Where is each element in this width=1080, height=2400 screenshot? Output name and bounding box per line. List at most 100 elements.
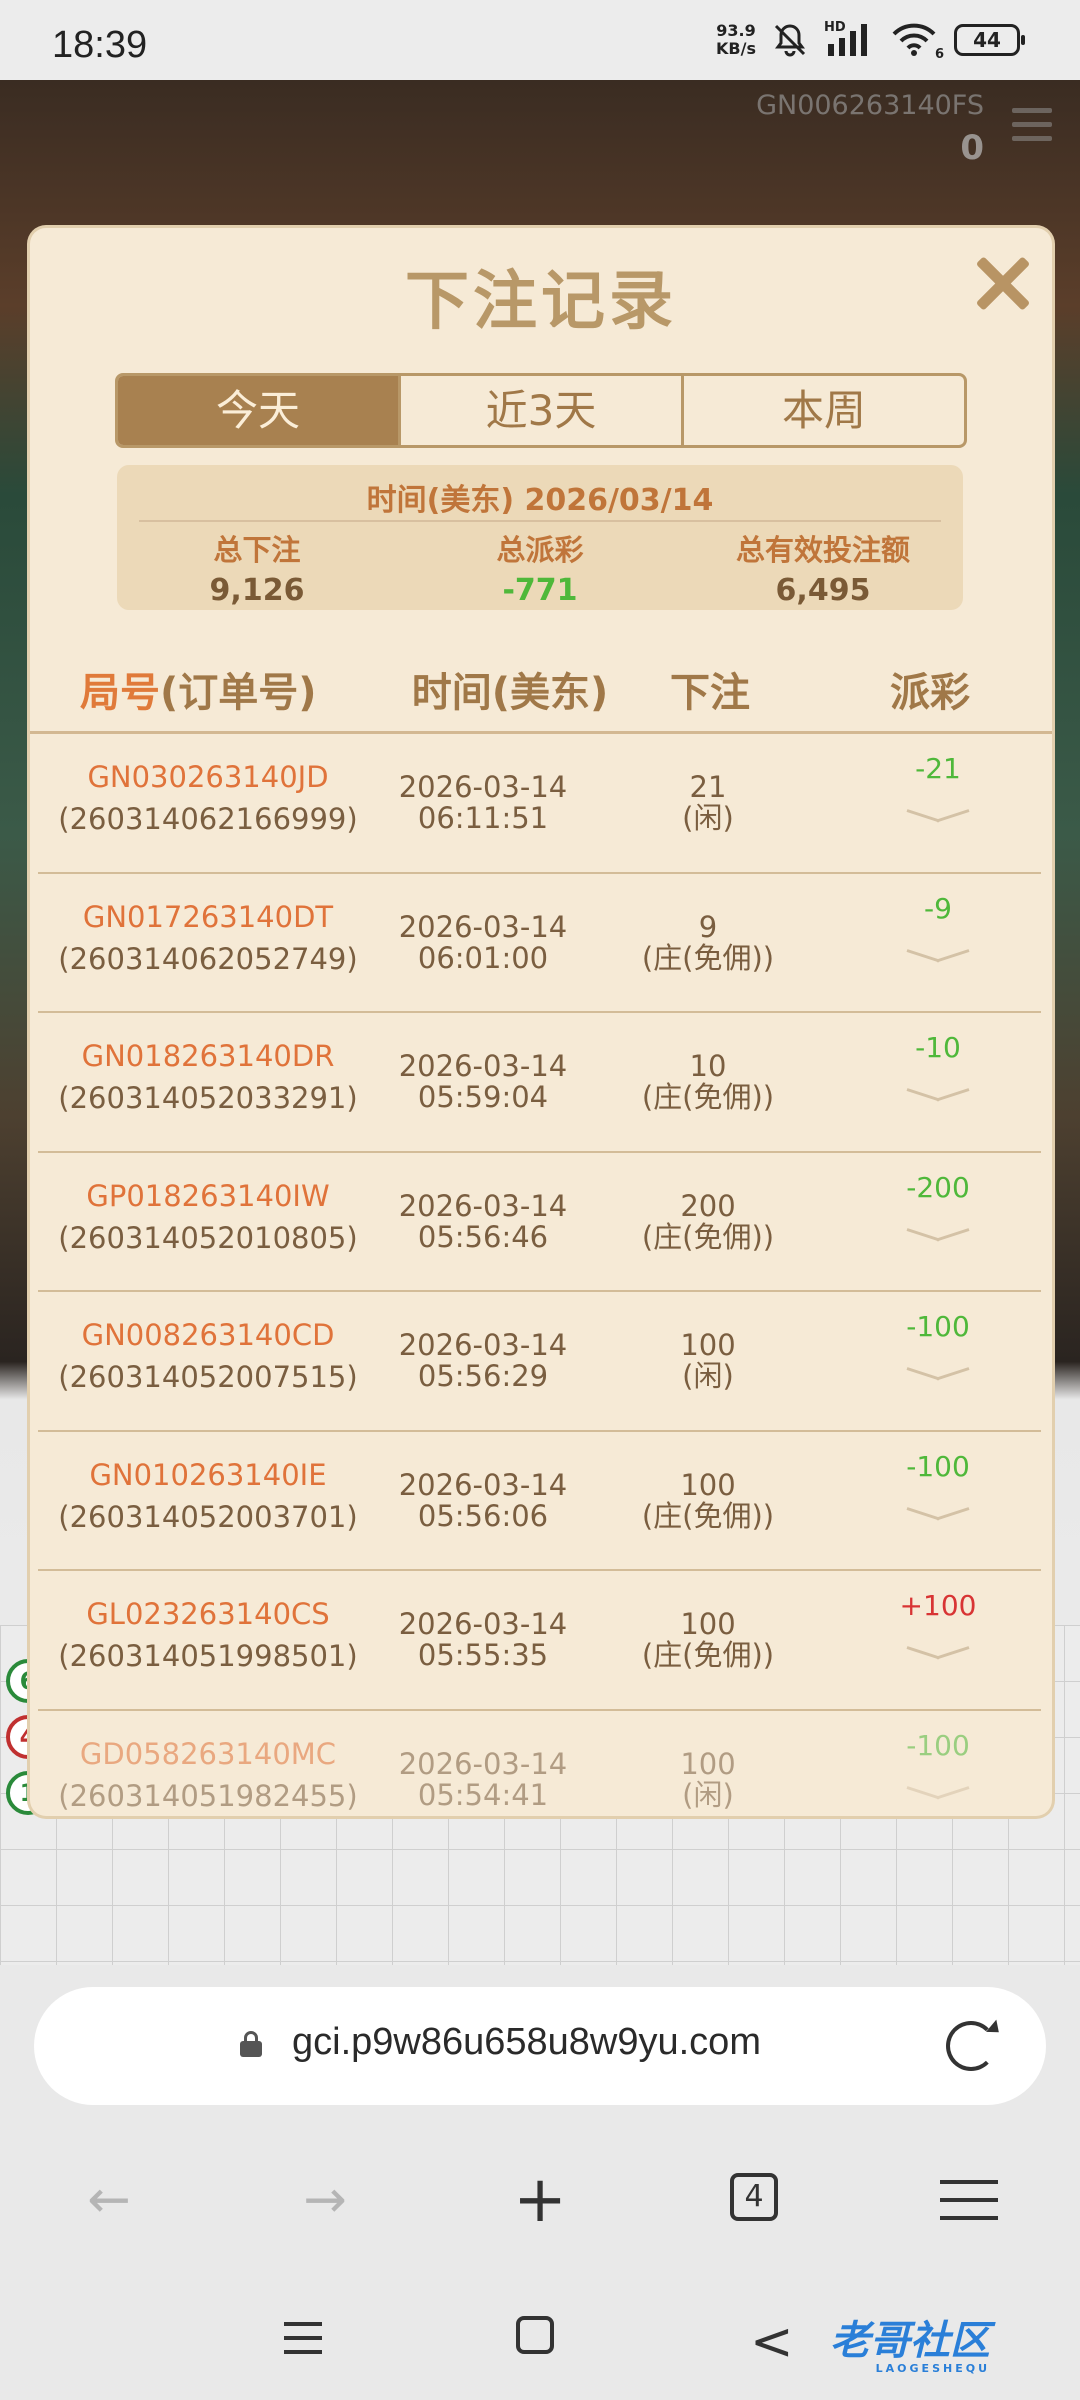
chevron-down-icon[interactable] [907,1357,969,1387]
background-room-id: GN006263140FS [756,90,984,121]
chevron-down-icon[interactable] [907,1636,969,1666]
table-row[interactable]: GN017263140DT (260314062052749) 2026-03-14… [38,874,1041,1013]
payout-value: -10 [915,1031,961,1064]
record-time: 05:56:06 [417,1498,549,1533]
table-header: 局号(订单号) 时间(美东) 下注 派彩 [30,660,1052,716]
record-date: 2026-03-14 [398,909,568,944]
back-arrow-icon[interactable]: ← [74,2170,144,2230]
home-icon[interactable] [516,2316,554,2354]
record-date: 2026-03-14 [398,770,568,804]
bet-record-modal: 下注记录 今天 近3天 本周 时间(美东) 2026/03/14 总下注 9,1… [30,228,1052,1816]
chevron-down-icon[interactable] [907,939,969,969]
round-id[interactable]: GL023263140CS [38,1597,378,1631]
close-icon[interactable] [966,248,1038,320]
table-row[interactable]: GL023263140CS (260314051998501) 2026-03-14… [38,1571,1041,1711]
bet-cell: 21 (闲) [598,772,818,834]
record-time: 05:54:41 [417,1777,549,1812]
system-nav-bar: < 老哥社区 LAOGESHEQU [0,2270,1080,2400]
url-bar[interactable]: gci.p9w86u658u8w9yu.com [34,1987,1046,2105]
chevron-down-icon[interactable] [907,1218,969,1248]
tab-last-3-days[interactable]: 近3天 [398,376,681,445]
bet-amount: 100 [680,1467,736,1502]
table-row[interactable]: GN010263140IE (260314052003701) 2026-03-14… [38,1432,1041,1571]
recents-icon[interactable] [284,2322,322,2354]
bet-amount: 100 [680,1607,736,1641]
network-speed: 93.9 KB/s [716,21,756,58]
payout-value: +100 [899,1589,977,1622]
header-time: 时间(美东) [411,670,609,716]
total-valid-label: 总有效投注额 [735,533,910,567]
mute-bell-icon [774,24,806,57]
order-number: (260314052007515) [58,1360,358,1394]
order-number: (260314052010805) [58,1220,358,1255]
table-row[interactable]: GN030263140JD (260314062166999) 2026-03-14… [38,734,1041,874]
order-cell: GL023263140CS (260314051998501) [38,1597,378,1673]
system-back-icon[interactable]: < [750,2312,794,2372]
forward-arrow-icon[interactable]: → [290,2170,360,2230]
total-payout-label: 总派彩 [496,533,584,567]
bet-side: (庄(免佣)) [641,940,775,975]
tab-count-button[interactable]: 4 [730,2173,778,2221]
record-date: 2026-03-14 [398,1188,568,1223]
bet-amount: 100 [680,1746,736,1781]
bet-side: (闲) [682,801,734,835]
payout-cell: -9 [878,892,998,969]
browser-toolbar: ← → + 4 [0,2130,1080,2270]
table-row[interactable]: GP018263140IW (260314052010805) 2026-03-14… [38,1153,1041,1292]
round-id[interactable]: GD058263140MC [38,1737,378,1771]
payout-value: -9 [924,891,952,925]
time-cell: 2026-03-14 05:55:35 [378,1609,588,1671]
record-time: 06:11:51 [417,801,549,835]
total-payout-value: -771 [502,573,578,608]
period-tabs: 今天 近3天 本周 [115,373,967,448]
order-cell: GP018263140IW (260314052010805) [38,1179,378,1255]
bet-side: (闲) [682,1359,734,1393]
record-date: 2026-03-14 [398,1049,568,1083]
bet-side: (庄(免佣)) [641,1080,775,1114]
payout-value: -100 [906,1728,970,1762]
chevron-down-icon[interactable] [907,1078,969,1108]
table-row[interactable]: GD058263140MC (260314051982455) 2026-03-14… [38,1711,1041,1817]
time-cell: 2026-03-14 06:01:00 [378,909,588,974]
payout-cell: +100 [878,1589,998,1666]
record-time: 05:55:35 [417,1638,549,1672]
tab-this-week[interactable]: 本周 [681,376,964,445]
header-order: 局号(订单号) [80,670,317,716]
battery-icon: 44 [954,24,1025,56]
watermark-logo: 老哥社区 LAOGESHEQU [830,2318,990,2375]
chevron-down-icon[interactable] [907,1776,969,1806]
chevron-down-icon[interactable] [907,799,969,829]
payout-value: -21 [915,752,961,785]
round-id[interactable]: GN017263140DT [38,900,378,934]
browser-menu-icon[interactable] [940,2180,998,2220]
order-number: (260314052003701) [58,1499,358,1534]
bet-cell: 100 (庄(免佣)) [598,1467,818,1533]
order-number: (260314051998501) [58,1639,358,1673]
bet-side: (庄(免佣)) [641,1498,775,1533]
tab-today[interactable]: 今天 [118,376,398,445]
url-text[interactable]: gci.p9w86u658u8w9yu.com [292,2021,761,2064]
new-tab-plus-icon[interactable]: + [505,2168,575,2232]
time-cell: 2026-03-14 05:56:46 [378,1188,588,1253]
background-count: 0 [960,128,984,168]
round-id[interactable]: GN018263140DR [38,1039,378,1073]
payout-value: -100 [906,1310,970,1343]
chevron-down-icon[interactable] [907,1497,969,1527]
record-time: 05:56:29 [417,1359,549,1393]
reload-icon[interactable] [946,2021,996,2071]
wifi-icon: 6 [890,22,944,62]
time-cell: 2026-03-14 06:11:51 [378,772,588,834]
order-cell: GD058263140MC (260314051982455) [38,1737,378,1813]
round-id[interactable]: GN010263140IE [38,1458,378,1492]
table-row[interactable]: GN008263140CD (260314052007515) 2026-03-14… [38,1292,1041,1432]
bet-cell: 100 (闲) [598,1746,818,1812]
round-id[interactable]: GN008263140CD [38,1318,378,1352]
bet-side: (闲) [682,1777,734,1812]
record-list: GN030263140JD (260314062166999) 2026-03-14… [38,734,1041,1816]
order-number: (260314062052749) [58,941,358,976]
bet-side: (庄(免佣)) [641,1219,775,1254]
order-number: (260314051982455) [58,1778,358,1813]
round-id[interactable]: GP018263140IW [38,1179,378,1213]
round-id[interactable]: GN030263140JD [38,760,378,794]
table-row[interactable]: GN018263140DR (260314052033291) 2026-03-14… [38,1013,1041,1153]
